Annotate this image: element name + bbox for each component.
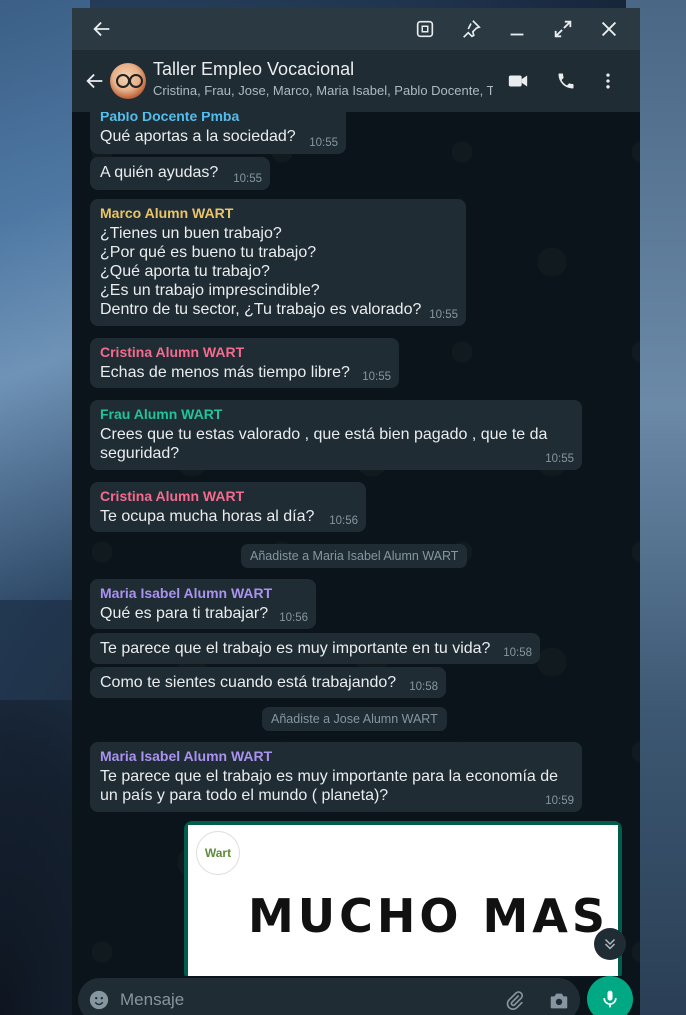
message-bubble[interactable]: Como te sientes cuando está trabajando? …: [90, 667, 446, 698]
wart-logo: Wart: [196, 831, 240, 875]
message-text: Como te sientes cuando está trabajando?: [100, 674, 397, 691]
message-bubble[interactable]: Cristina Alumn WART Echas de menos más t…: [90, 338, 399, 388]
message-time: 10:55: [429, 309, 458, 321]
attach-icon[interactable]: [504, 990, 526, 1012]
message-bubble[interactable]: Frau Alumn WART Crees que tu estas valor…: [90, 400, 582, 470]
message-line: ¿Tienes un buen trabajo?: [100, 225, 282, 242]
message-input-pill: [78, 978, 580, 1015]
voice-message-button[interactable]: [587, 976, 633, 1015]
message-time: 10:59: [545, 795, 574, 807]
screenshot-button[interactable]: [409, 13, 441, 45]
message-time: 10:56: [279, 612, 308, 624]
message-time: 10:55: [362, 371, 391, 383]
group-title[interactable]: Taller Empleo Vocacional: [153, 59, 354, 80]
message-time: 10:58: [409, 681, 438, 693]
group-avatar[interactable]: [110, 63, 146, 99]
message-sender: Maria Isabel Alumn WART: [100, 748, 273, 764]
avatar-glasses-left: [116, 74, 130, 88]
video-call-button[interactable]: [505, 68, 531, 94]
chat-header: Taller Empleo Vocacional Cristina, Frau,…: [72, 50, 640, 112]
more-options-button[interactable]: [595, 68, 621, 94]
chat-area[interactable]: Pablo Docente Pmba Qué aportas a la soci…: [72, 112, 640, 976]
image-headline: MUCHO MAS: [248, 889, 610, 943]
system-notice: Añadiste a Jose Alumn WART: [262, 707, 447, 731]
minimize-icon: [510, 33, 524, 36]
minimize-button[interactable]: [501, 13, 533, 45]
image-preview[interactable]: Wart MUCHO MAS: [188, 825, 618, 976]
scroll-down-icon: [604, 938, 616, 950]
phone-call-button[interactable]: [553, 68, 579, 94]
message-sender: Marco Alumn WART: [100, 205, 234, 221]
message-bubble[interactable]: Cristina Alumn WART Te ocupa mucha horas…: [90, 482, 366, 532]
message-time: 10:56: [329, 515, 358, 527]
message-line: ¿Qué aporta tu trabajo?: [100, 263, 270, 280]
message-bubble[interactable]: Te parece que el trabajo es muy importan…: [90, 633, 540, 664]
message-text: Echas de menos más tiempo libre?: [100, 364, 350, 381]
message-bubble[interactable]: Maria Isabel Alumn WART Te parece que el…: [90, 742, 582, 812]
message-line: Crees que tu estas valorado , que está b…: [100, 426, 548, 443]
message-time: 10:55: [233, 173, 262, 185]
arrow-left-icon: [93, 21, 110, 37]
more-vertical-icon: [606, 73, 610, 89]
maximize-button[interactable]: [547, 13, 579, 45]
close-icon: [601, 21, 617, 37]
message-sender: Cristina Alumn WART: [100, 344, 245, 360]
message-sender: Maria Isabel Alumn WART: [100, 585, 273, 601]
message-line: seguridad?: [100, 445, 180, 462]
window-back-button[interactable]: [86, 13, 118, 45]
message-sender: Cristina Alumn WART: [100, 488, 245, 504]
image-message[interactable]: Wart MUCHO MAS: [184, 821, 622, 976]
arrow-left-icon[interactable]: [84, 70, 106, 92]
window-titlebar: [72, 8, 640, 50]
close-button[interactable]: [593, 13, 625, 45]
message-text: Qué es para ti trabajar?: [100, 605, 269, 622]
message-text: Te ocupa mucha horas al día?: [100, 508, 315, 525]
message-time: 10:58: [503, 647, 532, 659]
message-time: 10:55: [545, 453, 574, 465]
phone-call-icon: [558, 73, 574, 89]
pin-icon: [463, 20, 481, 38]
group-members[interactable]: Cristina, Frau, Jose, Marco, Maria Isabe…: [153, 83, 493, 98]
message-line: Te parece que el trabajo es muy importan…: [100, 768, 559, 785]
message-bubble[interactable]: Maria Isabel Alumn WART Qué es para ti t…: [90, 579, 316, 629]
message-line: ¿Es un trabajo imprescindible?: [100, 282, 320, 299]
screenshot-icon: [416, 20, 434, 38]
avatar-glasses-right: [129, 74, 143, 88]
scroll-down-button[interactable]: [594, 928, 626, 960]
mic-icon: [603, 990, 617, 1008]
message-input[interactable]: [120, 978, 480, 1015]
message-line: Dentro de tu sector, ¿Tu trabajo es valo…: [100, 301, 422, 318]
message-time: 10:55: [309, 137, 338, 149]
system-notice: Añadiste a Maria Isabel Alumn WART: [241, 544, 468, 568]
message-bubble[interactable]: Marco Alumn WART ¿Tienes un buen trabajo…: [90, 199, 466, 326]
message-text: Qué aportas a la sociedad?: [100, 128, 296, 145]
message-sender: Pablo Docente Pmba: [100, 112, 240, 124]
maximize-icon: [554, 20, 572, 38]
message-line: un país y para todo el mundo ( planeta)?: [100, 787, 389, 804]
pin-button[interactable]: [455, 13, 487, 45]
message-line: ¿Por qué es bueno tu trabajo?: [100, 244, 317, 261]
emoji-icon[interactable]: [88, 989, 110, 1011]
whatsapp-window: Taller Empleo Vocacional Cristina, Frau,…: [72, 8, 640, 1015]
message-bubble[interactable]: A quién ayudas? 10:55: [90, 157, 270, 190]
message-sender: Frau Alumn WART: [100, 406, 223, 422]
camera-icon[interactable]: [548, 990, 570, 1012]
video-call-icon: [508, 75, 528, 87]
composer-bar: [72, 976, 640, 1015]
message-text: Te parece que el trabajo es muy importan…: [100, 640, 491, 657]
message-bubble[interactable]: Pablo Docente Pmba Qué aportas a la soci…: [90, 112, 346, 154]
